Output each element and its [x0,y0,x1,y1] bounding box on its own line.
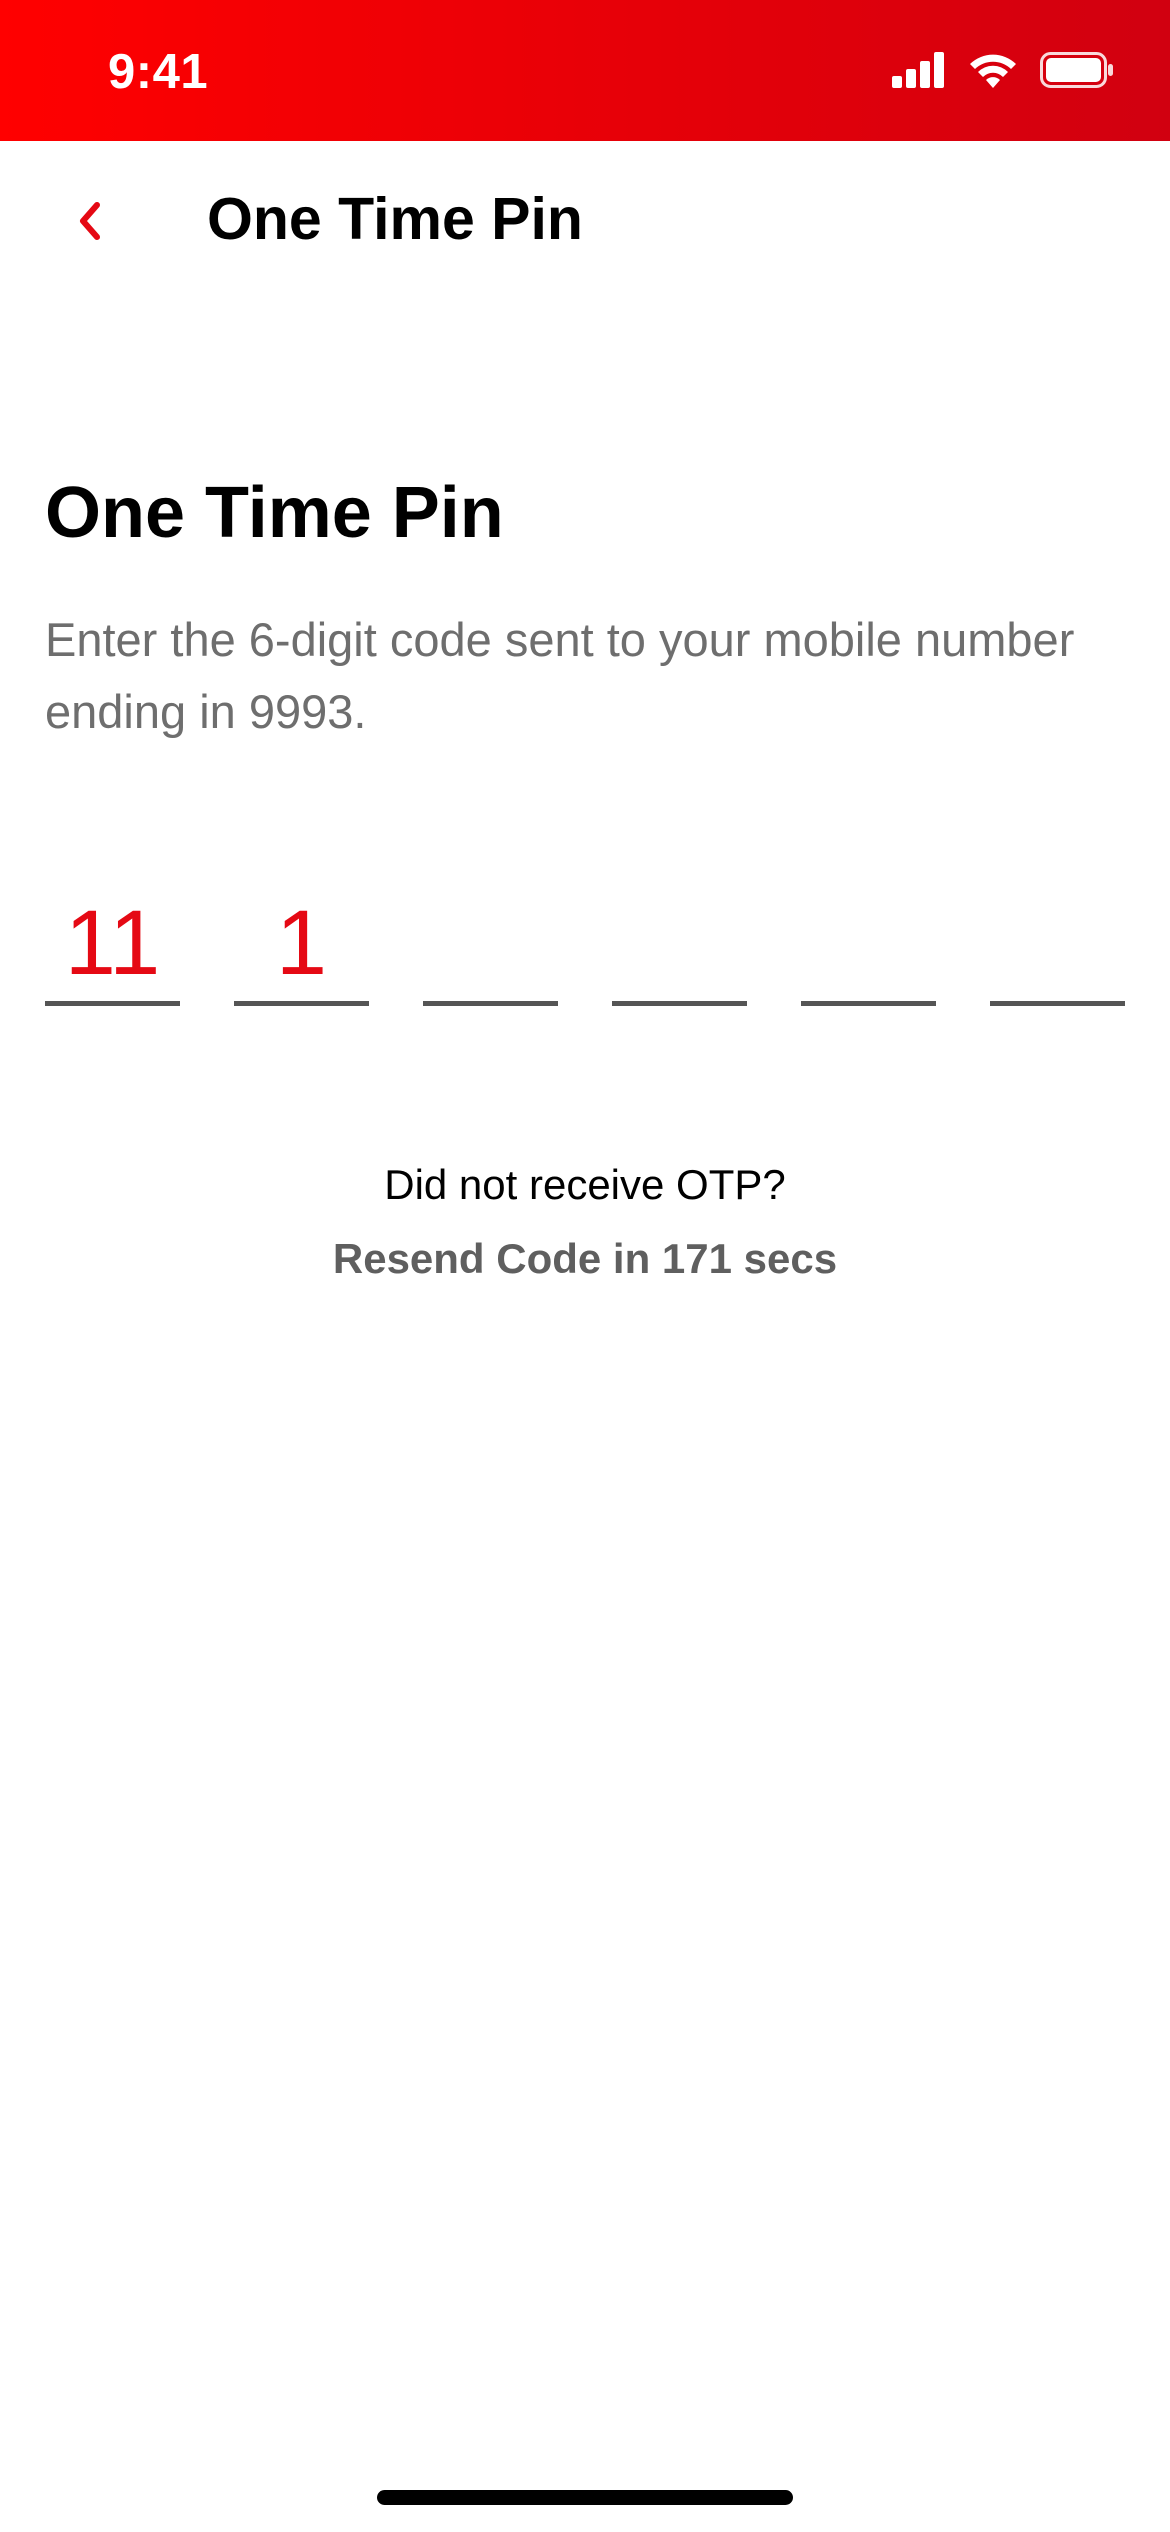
otp-digit-2[interactable]: 1 [234,880,369,1006]
status-bar: 9:41 [0,0,1170,141]
otp-screen: 9:41 One Time Pin One Time Pin Enter the… [0,0,1170,2532]
otp-digit-3[interactable] [423,880,558,1006]
otp-digit-value: 1 [275,892,328,994]
status-time: 9:41 [108,45,209,99]
otp-digit-1[interactable]: 11 [45,880,180,1006]
otp-digit-5[interactable] [801,880,936,1006]
home-indicator[interactable] [377,2490,793,2505]
battery-icon [1040,51,1114,93]
chevron-left-icon [75,199,105,248]
resend-question: Did not receive OTP? [384,1161,786,1208]
otp-digit-value: 11 [64,892,161,994]
cellular-signal-icon [892,51,946,93]
otp-digit-4[interactable] [612,880,747,1006]
otp-digit-6[interactable] [990,880,1125,1006]
page-description: Enter the 6-digit code sent to your mobi… [45,613,1075,738]
resend-section: Did not receive OTP? Resend Code in 171 … [0,1150,1170,1294]
wifi-icon [968,52,1018,93]
nav-title: One Time Pin [207,186,583,252]
otp-input-row: 11 1 [45,880,1125,1010]
nav-bar: One Time Pin [0,141,1170,311]
back-button[interactable] [50,183,130,263]
status-icons [892,51,1114,93]
page-title: One Time Pin [45,473,504,553]
resend-code-timer[interactable]: Resend Code in 171 secs [0,1224,1170,1294]
